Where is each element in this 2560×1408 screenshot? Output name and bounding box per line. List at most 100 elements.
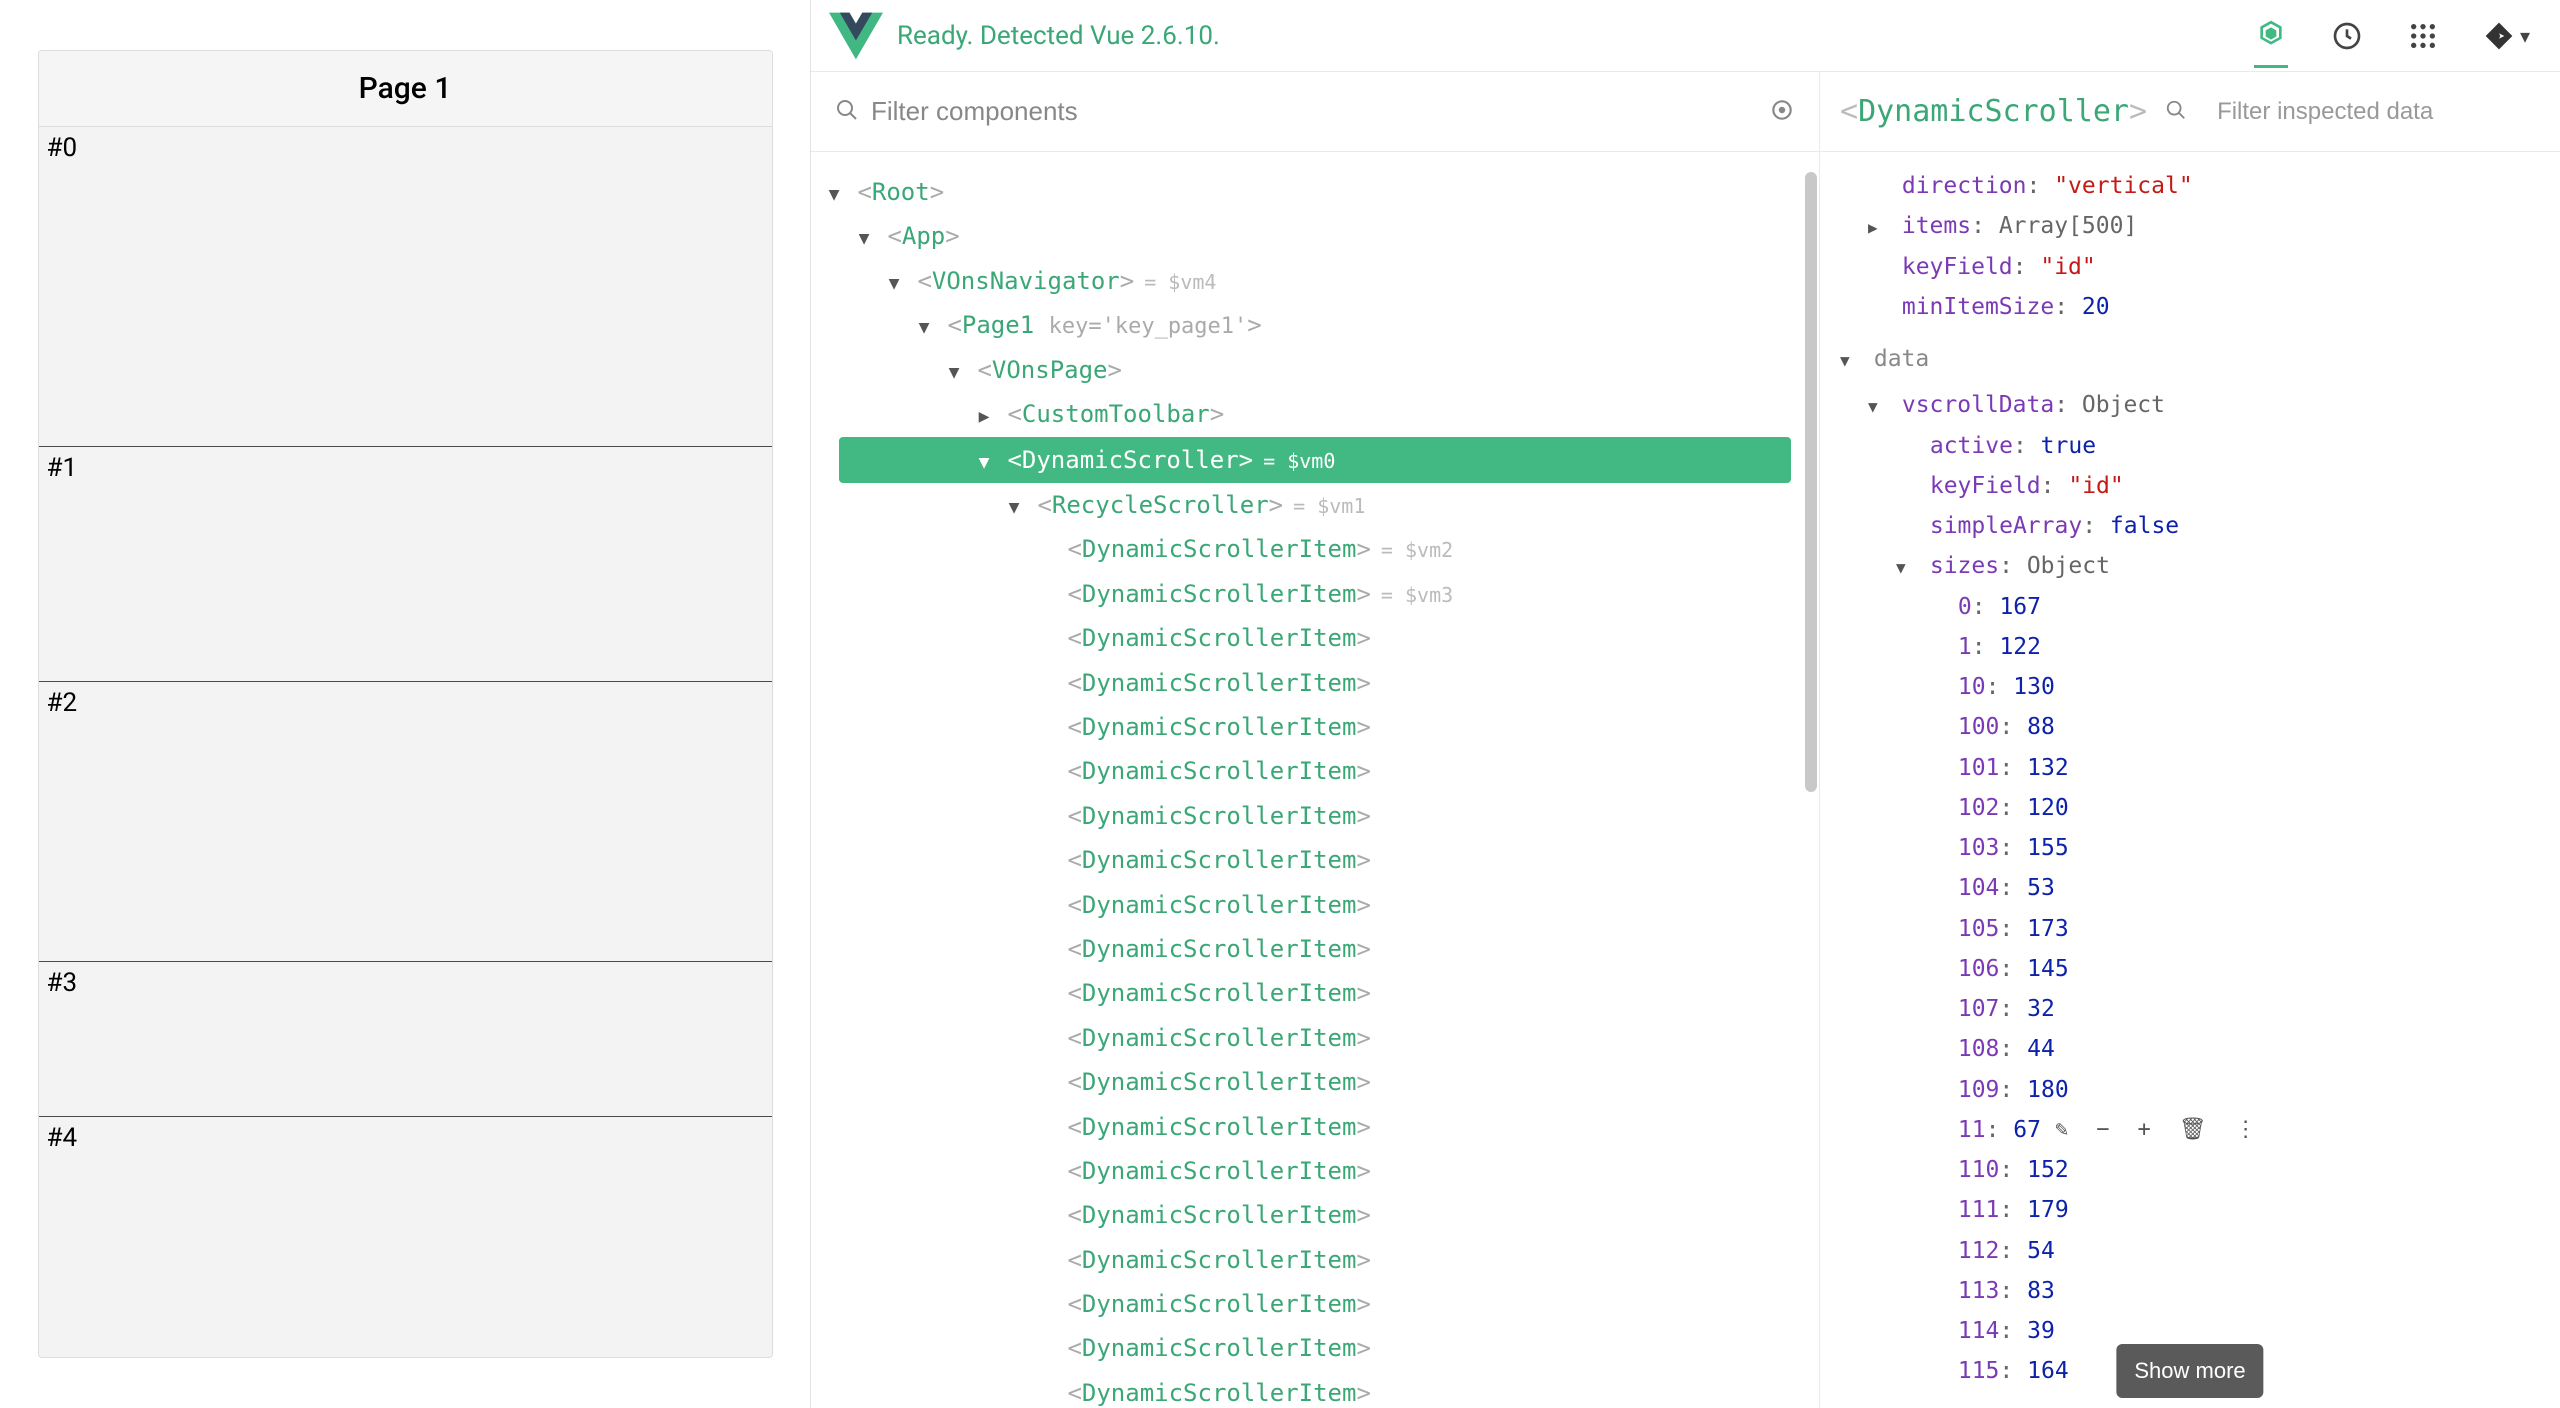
tree-node[interactable]: <DynamicScrollerItem> [811, 1238, 1819, 1282]
list-item[interactable]: #1 [39, 447, 772, 682]
tree-node[interactable]: <DynamicScrollerItem> [811, 1282, 1819, 1326]
data-row[interactable]: 110: 152 [1820, 1150, 2560, 1190]
expand-arrow-icon[interactable] [915, 311, 933, 344]
data-row[interactable]: 103: 155 [1820, 828, 2560, 868]
expand-arrow-icon[interactable] [825, 178, 843, 211]
page-card: Page 1 #0 #1 #2 #3 #4 [38, 50, 773, 1358]
data-row[interactable]: 10: 130 [1820, 667, 2560, 707]
tree-node[interactable]: <App> [811, 214, 1819, 258]
tree-node[interactable]: <DynamicScrollerItem> [811, 1149, 1819, 1193]
tree-node[interactable]: <DynamicScrollerItem> [811, 1060, 1819, 1104]
data-row[interactable]: minItemSize: 20 [1820, 287, 2560, 327]
tab-events[interactable] [2406, 19, 2440, 53]
expand-arrow-icon[interactable] [1896, 554, 1916, 582]
chevron-down-icon[interactable]: ▾ [2520, 24, 2530, 48]
list-item[interactable]: #3 [39, 962, 772, 1117]
tree-node[interactable]: <DynamicScrollerItem> [811, 1016, 1819, 1060]
edit-icon[interactable]: ✎ [2055, 1111, 2068, 1150]
data-row[interactable]: direction: "vertical" [1820, 166, 2560, 206]
data-row[interactable]: keyField: "id" [1820, 247, 2560, 287]
expand-arrow-icon[interactable] [885, 267, 903, 300]
expand-arrow-icon[interactable] [975, 446, 993, 479]
data-row[interactable]: simpleArray: false [1820, 506, 2560, 546]
data-row[interactable]: keyField: "id" [1820, 466, 2560, 506]
tree-node[interactable]: <DynamicScrollerItem> [811, 794, 1819, 838]
tree-node[interactable]: <DynamicScrollerItem> [811, 1193, 1819, 1237]
data-row[interactable]: vscrollData: Object [1820, 385, 2560, 425]
data-row[interactable]: sizes: Object [1820, 546, 2560, 586]
page-title: Page 1 [39, 51, 772, 127]
expand-arrow-icon[interactable] [1840, 347, 1860, 375]
inspector-panel: <DynamicScroller> direction: "vertical" … [1820, 72, 2560, 1408]
data-row[interactable]: 107: 32 [1820, 989, 2560, 1029]
tree-node[interactable]: <VOnsNavigator>= $vm4 [811, 259, 1819, 303]
show-more-button[interactable]: Show more [2116, 1344, 2263, 1399]
tree-node[interactable]: <DynamicScrollerItem> [811, 616, 1819, 660]
tab-vuex[interactable] [2330, 19, 2364, 53]
expand-arrow-icon[interactable] [1005, 491, 1023, 524]
data-row[interactable]: 109: 180 [1820, 1070, 2560, 1110]
search-icon [2165, 99, 2187, 125]
list-item[interactable]: #2 [39, 682, 772, 962]
expand-arrow-icon[interactable] [1868, 393, 1888, 421]
data-row[interactable]: 112: 54 [1820, 1231, 2560, 1271]
filter-data-input[interactable] [2217, 98, 2540, 126]
component-tree-panel: <Root> <App> <VOnsNavigator>= $vm4 <Page… [811, 72, 1820, 1408]
data-row[interactable]: 100: 88 [1820, 707, 2560, 747]
list-item[interactable]: #4 [39, 1117, 772, 1357]
tree-node[interactable]: <DynamicScrollerItem> [811, 749, 1819, 793]
select-component-icon[interactable] [1769, 97, 1795, 127]
status-text: Ready. Detected Vue 2.6.10. [897, 21, 2254, 51]
vue-devtools: Ready. Detected Vue 2.6.10. ▾ [810, 0, 2560, 1408]
tree-node[interactable]: <DynamicScrollerItem> [811, 1371, 1819, 1408]
data-row[interactable]: 104: 53 [1820, 868, 2560, 908]
minus-icon[interactable]: − [2096, 1111, 2109, 1150]
data-row[interactable]: 0: 167 [1820, 587, 2560, 627]
data-row[interactable]: 111: 179 [1820, 1190, 2560, 1230]
tree-node[interactable]: <DynamicScroller>= $vm0 [839, 437, 1791, 483]
tab-routing[interactable] [2482, 19, 2516, 53]
expand-arrow-icon[interactable] [855, 222, 873, 255]
scrollbar[interactable] [1805, 172, 1817, 792]
search-icon [835, 98, 859, 126]
tree-node[interactable]: <RecycleScroller>= $vm1 [811, 483, 1819, 527]
vue-logo-icon [829, 11, 883, 61]
tree-node[interactable]: <DynamicScrollerItem> [811, 661, 1819, 705]
data-row[interactable]: 101: 132 [1820, 748, 2560, 788]
tree-node[interactable]: <DynamicScrollerItem> [811, 971, 1819, 1015]
data-row[interactable]: items: Array[500] [1820, 206, 2560, 246]
data-row[interactable]: active: true [1820, 426, 2560, 466]
list-item[interactable]: #0 [39, 127, 772, 447]
expand-arrow-icon[interactable] [975, 400, 993, 433]
inspector-data[interactable]: direction: "vertical" items: Array[500] … [1820, 152, 2560, 1408]
data-row[interactable]: 105: 173 [1820, 909, 2560, 949]
tree-node[interactable]: <DynamicScrollerItem>= $vm2 [811, 527, 1819, 571]
data-section-header[interactable]: data [1820, 327, 2560, 385]
more-icon[interactable]: ⋮ [2235, 1111, 2257, 1150]
data-row[interactable]: 1: 122 [1820, 627, 2560, 667]
tree-node[interactable]: <DynamicScrollerItem> [811, 1326, 1819, 1370]
trash-icon[interactable]: 🗑 [2179, 1111, 2207, 1150]
tree-node[interactable]: <Root> [811, 170, 1819, 214]
data-row[interactable]: 108: 44 [1820, 1029, 2560, 1069]
tree-node[interactable]: <DynamicScrollerItem>= $vm3 [811, 572, 1819, 616]
data-row[interactable]: 102: 120 [1820, 788, 2560, 828]
expand-arrow-icon[interactable] [1868, 214, 1888, 242]
tree-node[interactable]: <DynamicScrollerItem> [811, 838, 1819, 882]
filter-components-input[interactable] [871, 96, 1769, 127]
tree-node[interactable]: <DynamicScrollerItem> [811, 883, 1819, 927]
tree-node[interactable]: <DynamicScrollerItem> [811, 927, 1819, 971]
data-row[interactable]: 11: 67 ✎ − + 🗑 ⋮ [1820, 1110, 2560, 1150]
tree-node[interactable]: <Page1 key='key_page1'> [811, 303, 1819, 348]
expand-arrow-icon[interactable] [945, 356, 963, 389]
data-row[interactable]: 106: 145 [1820, 949, 2560, 989]
tree-node[interactable]: <VOnsPage> [811, 348, 1819, 392]
plus-icon[interactable]: + [2137, 1111, 2150, 1150]
data-row[interactable]: 113: 83 [1820, 1271, 2560, 1311]
inspected-component-title: <DynamicScroller> [1840, 94, 2147, 129]
tree-node[interactable]: <DynamicScrollerItem> [811, 1105, 1819, 1149]
component-tree[interactable]: <Root> <App> <VOnsNavigator>= $vm4 <Page… [811, 152, 1819, 1408]
tab-components[interactable] [2254, 34, 2288, 68]
tree-node[interactable]: <CustomToolbar> [811, 392, 1819, 436]
tree-node[interactable]: <DynamicScrollerItem> [811, 705, 1819, 749]
